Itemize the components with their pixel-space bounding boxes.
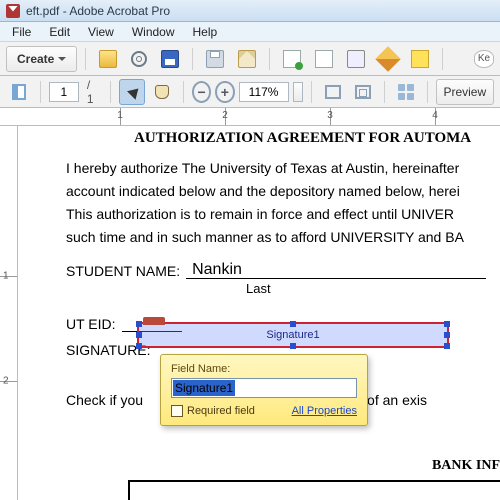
resize-handle[interactable]: [290, 321, 296, 327]
email-button[interactable]: [233, 46, 261, 72]
hand-icon: [155, 85, 169, 99]
pencil-icon: [376, 46, 401, 71]
fit-page-button[interactable]: [320, 79, 346, 105]
highlight-button[interactable]: [406, 46, 434, 72]
menu-edit[interactable]: Edit: [41, 24, 78, 40]
menu-file[interactable]: File: [4, 24, 39, 40]
save-icon: [161, 50, 179, 68]
collab-button[interactable]: [310, 46, 338, 72]
sign-button[interactable]: [374, 46, 402, 72]
checkbox-icon: [171, 405, 183, 417]
panel-icon: [12, 84, 26, 100]
zoom-in-button[interactable]: +: [215, 81, 234, 103]
mail-icon: [238, 50, 256, 68]
separator: [384, 81, 385, 103]
document-area: 1 2 AUTHORIZATION AGREEMENT FOR AUTOMA I…: [0, 126, 500, 500]
resize-handle[interactable]: [136, 321, 142, 327]
pdf-page: AUTHORIZATION AGREEMENT FOR AUTOMA I her…: [18, 126, 500, 500]
doc-para: account indicated below and the deposito…: [66, 182, 500, 201]
zoom-out-button[interactable]: −: [192, 81, 211, 103]
fit-page-icon: [325, 85, 341, 99]
required-label: Required field: [187, 405, 255, 417]
zoom-input[interactable]: [239, 82, 289, 102]
separator: [311, 81, 312, 103]
create-button[interactable]: Create: [6, 46, 77, 72]
clipboard-icon: [347, 50, 365, 68]
printer-icon: [206, 50, 224, 68]
document-icon: [315, 50, 333, 68]
fit-width-button[interactable]: [350, 79, 376, 105]
resize-handle[interactable]: [444, 343, 450, 349]
page-number-input[interactable]: [49, 82, 79, 102]
hand-tool[interactable]: [149, 79, 175, 105]
gear-icon: [131, 51, 147, 67]
menu-bar: File Edit View Window Help: [0, 22, 500, 42]
acrobat-logo-icon: [6, 4, 20, 18]
toggle-panel-button[interactable]: [6, 79, 32, 105]
student-name-field[interactable]: Nankin: [186, 261, 486, 279]
resize-handle[interactable]: [136, 332, 142, 338]
field-name-label: Field Name:: [171, 363, 357, 375]
doc-heading: AUTHORIZATION AGREEMENT FOR AUTOMA: [134, 130, 500, 147]
window-title: eft.pdf - Adobe Acrobat Pro: [26, 4, 170, 18]
check-text-a: Check if you: [66, 392, 143, 408]
menu-view[interactable]: View: [80, 24, 122, 40]
uteid-label: UT EID:: [66, 316, 116, 332]
highlight-icon: [411, 50, 429, 68]
separator: [269, 48, 270, 70]
chevron-down-icon: [58, 57, 66, 61]
separator: [427, 81, 428, 103]
doc-para: such time and in such manner as to affor…: [66, 228, 500, 247]
menu-help[interactable]: Help: [185, 24, 226, 40]
signature-form-field[interactable]: Signature1: [137, 322, 449, 348]
page-total: / 1: [83, 78, 102, 106]
open-button[interactable]: [94, 46, 122, 72]
zoom-dropdown[interactable]: [293, 82, 304, 102]
last-name-sublabel: Last: [246, 281, 500, 296]
separator: [183, 81, 184, 103]
field-name-value: Signature1: [173, 380, 235, 396]
title-bar: eft.pdf - Adobe Acrobat Pro: [0, 0, 500, 22]
student-name-label: STUDENT NAME:: [66, 263, 180, 279]
main-toolbar: Create Ke: [0, 42, 500, 76]
separator: [110, 81, 111, 103]
grid-icon: [398, 84, 414, 100]
field-properties-popup: Field Name: Signature1 Required field Al…: [160, 354, 368, 426]
clipboard-button[interactable]: [342, 46, 370, 72]
document-export-icon: [283, 50, 301, 68]
separator: [85, 48, 86, 70]
resize-handle[interactable]: [444, 332, 450, 338]
cursor-icon: [127, 84, 143, 100]
check-text-b: of an exis: [367, 392, 427, 408]
preview-button[interactable]: Preview: [436, 79, 494, 105]
horizontal-ruler: 1 2 3 4: [0, 108, 500, 126]
doc-para: I hereby authorize The University of Tex…: [66, 159, 500, 178]
resize-handle[interactable]: [290, 343, 296, 349]
export-pdf-button[interactable]: [278, 46, 306, 72]
print-button[interactable]: [201, 46, 229, 72]
separator: [192, 48, 193, 70]
fit-width-icon: [355, 85, 371, 99]
settings-button[interactable]: [126, 46, 152, 72]
resize-handle[interactable]: [444, 321, 450, 327]
separator: [40, 81, 41, 103]
save-button[interactable]: [156, 46, 184, 72]
vertical-ruler: 1 2: [0, 126, 18, 500]
bank-box-frame: [128, 480, 500, 500]
required-field-checkbox[interactable]: Required field: [171, 405, 255, 417]
bank-header: BANK INF: [432, 458, 500, 474]
menu-window[interactable]: Window: [124, 24, 183, 40]
doc-para: This authorization is to remain in force…: [66, 205, 500, 224]
field-name-input[interactable]: Signature1: [171, 378, 357, 398]
select-tool[interactable]: [119, 79, 145, 105]
nav-toolbar: / 1 − + Preview: [0, 76, 500, 108]
student-name-row: STUDENT NAME: Nankin: [66, 261, 500, 279]
folder-open-icon: [99, 50, 117, 68]
thumbnails-button[interactable]: [393, 79, 419, 105]
all-properties-link[interactable]: All Properties: [292, 405, 357, 417]
create-label: Create: [17, 52, 54, 66]
resize-handle[interactable]: [136, 343, 142, 349]
tool-fragment[interactable]: Ke: [474, 50, 494, 68]
separator: [442, 48, 443, 70]
